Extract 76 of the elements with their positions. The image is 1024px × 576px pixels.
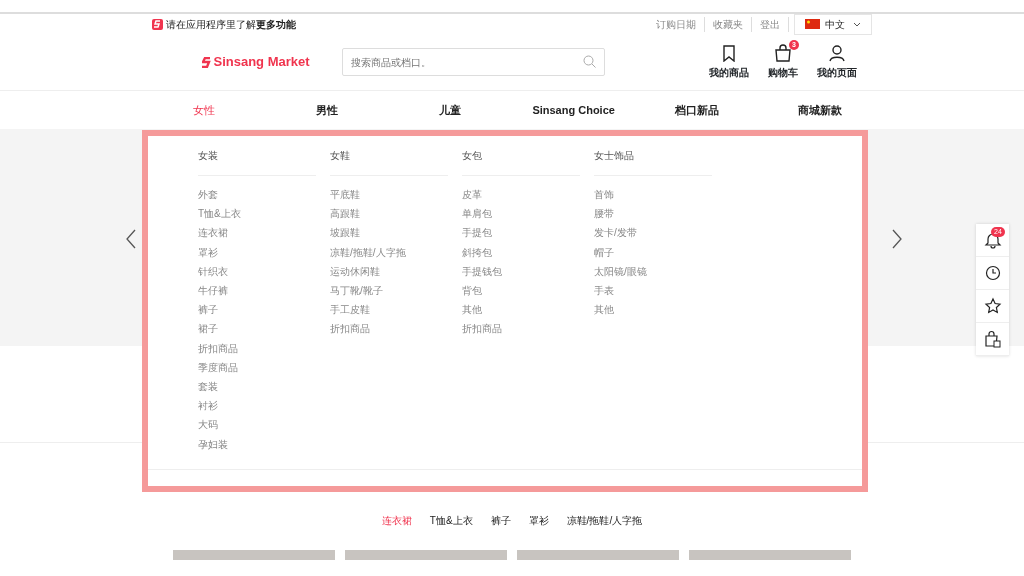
- subcategory-link[interactable]: 折扣商品: [198, 338, 330, 358]
- subcategory-link[interactable]: 太阳镜/眼镜: [594, 261, 726, 281]
- subcategory-link[interactable]: 其他: [594, 300, 726, 320]
- subcategory-link[interactable]: 折扣商品: [462, 319, 594, 339]
- subcategory-link[interactable]: 马丁靴/靴子: [330, 281, 462, 301]
- category-heading: 女鞋: [330, 148, 448, 176]
- subcategory-link[interactable]: 套装: [198, 377, 330, 397]
- subcategory-link[interactable]: 其他: [462, 300, 594, 320]
- shopping-bag-icon: [983, 330, 1002, 348]
- category-tab[interactable]: 罩衫: [519, 513, 558, 528]
- subcategory-link[interactable]: 折扣商品: [330, 319, 462, 339]
- chevron-down-icon: [853, 21, 861, 27]
- subcategory-link[interactable]: 高跟鞋: [330, 204, 462, 224]
- category-tab[interactable]: 裤子: [481, 513, 520, 528]
- subcategory-link[interactable]: 凉鞋/拖鞋/人字拖: [330, 242, 462, 262]
- top-link[interactable]: 收藏夹: [705, 16, 752, 32]
- subcategory-link[interactable]: 裤子: [198, 300, 330, 320]
- shopping-bag-icon: [774, 44, 792, 63]
- category-tab[interactable]: T恤&上衣: [420, 513, 482, 528]
- china-flag-icon: [805, 19, 820, 29]
- subcategory-link[interactable]: 单肩包: [462, 204, 594, 224]
- header-action-button[interactable]: 我的商品: [702, 43, 756, 81]
- subcategory-link[interactable]: 首饰: [594, 185, 726, 205]
- bookmark-icon: [720, 44, 738, 63]
- subcategory-link[interactable]: 背包: [462, 281, 594, 301]
- subcategory-link[interactable]: 裙子: [198, 319, 330, 339]
- subcategory-link[interactable]: 手提钱包: [462, 261, 594, 281]
- star-icon: [983, 297, 1002, 315]
- nav-tab[interactable]: 儿童: [388, 100, 512, 120]
- subcategory-link[interactable]: 罩衫: [198, 242, 330, 262]
- clock-icon: [983, 264, 1002, 282]
- subcategory-link[interactable]: 手提包: [462, 223, 594, 243]
- nav-tab[interactable]: 男性: [265, 100, 389, 120]
- search-icon: [583, 55, 596, 68]
- subcategory-link[interactable]: 外套: [198, 185, 330, 205]
- category-heading: 女装: [198, 148, 316, 176]
- logo-icon: [202, 56, 211, 68]
- subcategory-link[interactable]: 坡跟鞋: [330, 223, 462, 243]
- subcategory-link[interactable]: 牛仔裤: [198, 281, 330, 301]
- language-selector[interactable]: 中文: [794, 14, 872, 35]
- app-logo-icon: [152, 18, 163, 30]
- subcategory-link[interactable]: 季度商品: [198, 357, 330, 378]
- language-label: 中文: [825, 17, 846, 32]
- subcategory-link[interactable]: 斜挎包: [462, 242, 594, 262]
- nav-tab[interactable]: 商城新款: [758, 100, 882, 120]
- nav-tab[interactable]: Sinsang Choice: [512, 100, 636, 120]
- subcategory-link[interactable]: 连衣裙: [198, 223, 330, 243]
- header-action-button[interactable]: 我的页面: [810, 43, 864, 81]
- top-link[interactable]: 登出: [752, 16, 789, 32]
- subcategory-link[interactable]: 发卡/发带: [594, 223, 726, 243]
- category-heading: 女包: [462, 148, 580, 176]
- bell-icon: [983, 231, 1002, 249]
- chevron-left-icon: [126, 229, 136, 250]
- category-tab[interactable]: 连衣裙: [372, 513, 421, 528]
- person-icon: [828, 44, 846, 63]
- subcategory-link[interactable]: T恤&上衣: [198, 204, 330, 224]
- app-promo-text[interactable]: 请在应用程序里了解更多功能: [165, 16, 296, 32]
- subcategory-link[interactable]: 帽子: [594, 242, 726, 262]
- search-field[interactable]: 搜索商品或档口。: [342, 48, 605, 76]
- subcategory-link[interactable]: 皮革: [462, 185, 594, 205]
- subcategory-link[interactable]: 衬衫: [198, 396, 330, 416]
- chevron-right-icon: [892, 229, 902, 250]
- subcategory-link[interactable]: 运动休闲鞋: [330, 261, 462, 281]
- category-tab[interactable]: 凉鞋/拖鞋/人字拖: [557, 513, 652, 528]
- site-logo[interactable]: Sinsang Market: [213, 52, 310, 72]
- subcategory-link[interactable]: 腰带: [594, 204, 726, 224]
- top-link[interactable]: 订购日期: [648, 16, 705, 32]
- subcategory-link[interactable]: 手工皮鞋: [330, 300, 462, 320]
- subcategory-link[interactable]: 针织衣: [198, 261, 330, 281]
- subcategory-link[interactable]: 平底鞋: [330, 185, 462, 205]
- subcategory-link[interactable]: 大码: [198, 415, 330, 435]
- nav-tab[interactable]: 档口新品: [635, 100, 759, 120]
- subcategory-link[interactable]: 孕妇装: [198, 434, 330, 454]
- subcategory-link[interactable]: 手表: [594, 281, 726, 301]
- category-heading: 女士饰品: [594, 148, 712, 176]
- nav-tab[interactable]: 女性: [142, 100, 266, 120]
